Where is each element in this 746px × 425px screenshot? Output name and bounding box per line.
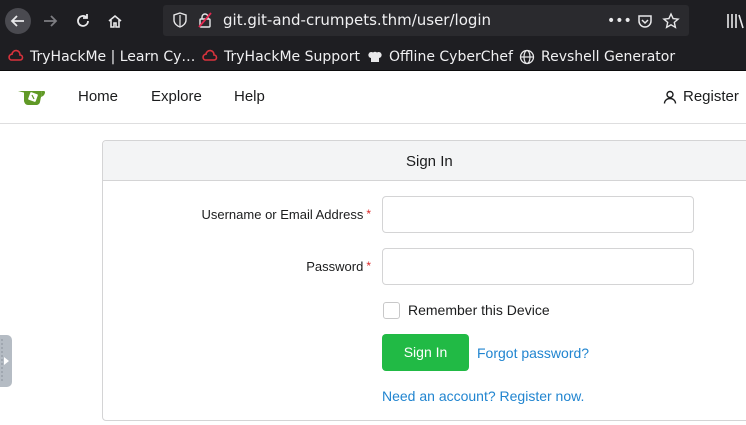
bookmark-label: TryHackMe | Learn Cy… — [30, 48, 196, 65]
pocket-icon[interactable] — [636, 12, 654, 30]
shield-icon[interactable] — [172, 12, 188, 28]
required-mark: * — [366, 207, 371, 221]
gitea-logo-icon[interactable] — [16, 85, 46, 109]
globe-icon — [519, 49, 535, 64]
bookmark-cyberchef[interactable]: Offline CyberChef — [367, 46, 513, 67]
required-mark: * — [366, 259, 371, 273]
signin-title: Sign In — [406, 153, 453, 170]
browser-toolbar: git.git-and-crumpets.thm/user/login ••• — [0, 0, 746, 42]
library-icon[interactable] — [725, 11, 745, 31]
bookmark-revshell[interactable]: Revshell Generator — [519, 46, 675, 67]
arrow-right-icon — [44, 15, 58, 27]
password-label: Password * — [306, 259, 371, 274]
tryhackme-icon — [202, 49, 218, 61]
bookmark-tryhackme[interactable]: TryHackMe | Learn Cy… — [8, 46, 195, 67]
username-label: Username or Email Address * — [201, 207, 371, 222]
bookmark-tryhackme-support[interactable]: TryHackMe Support — [202, 46, 360, 67]
forgot-password-link[interactable]: Forgot password? — [477, 345, 589, 361]
reload-icon — [77, 14, 89, 27]
remember-checkbox[interactable] — [383, 302, 400, 319]
tryhackme-icon — [8, 49, 24, 61]
home-icon — [108, 14, 122, 28]
side-panel-handle[interactable] — [0, 335, 12, 387]
register-now-link[interactable]: Need an account? Register now. — [382, 388, 584, 404]
password-input[interactable] — [382, 248, 694, 285]
username-input[interactable] — [382, 196, 694, 233]
home-button[interactable] — [102, 8, 128, 34]
arrow-left-icon — [10, 15, 24, 27]
page-actions-icon[interactable]: ••• — [607, 12, 632, 30]
bookmarks-bar: TryHackMe | Learn Cy… TryHackMe Support … — [0, 42, 746, 71]
star-icon[interactable] — [662, 12, 680, 30]
user-icon — [663, 90, 677, 104]
site-nav: Home Explore Help Register — [0, 71, 746, 124]
insecure-lock-icon[interactable] — [197, 12, 213, 28]
reload-button[interactable] — [70, 8, 96, 34]
url-bar[interactable]: git.git-and-crumpets.thm/user/login ••• — [163, 5, 689, 36]
remember-label[interactable]: Remember this Device — [408, 302, 550, 318]
nav-register[interactable]: Register — [663, 88, 739, 105]
signin-card: Sign In Username or Email Address * Passw… — [102, 140, 746, 421]
nav-explore[interactable]: Explore — [151, 88, 202, 105]
bookmark-label: TryHackMe Support — [224, 48, 360, 65]
nav-help[interactable]: Help — [234, 88, 265, 105]
play-icon — [1, 339, 9, 383]
bookmark-label: Revshell Generator — [541, 48, 676, 65]
signin-button[interactable]: Sign In — [382, 334, 469, 371]
register-label: Register — [683, 88, 739, 105]
back-button[interactable] — [5, 8, 31, 34]
signin-card-header: Sign In — [103, 141, 746, 181]
chef-hat-icon — [368, 51, 382, 62]
bookmark-label: Offline CyberChef — [389, 48, 513, 65]
nav-home[interactable]: Home — [78, 88, 118, 105]
forward-button[interactable] — [37, 8, 63, 34]
url-text[interactable]: git.git-and-crumpets.thm/user/login — [223, 11, 491, 29]
